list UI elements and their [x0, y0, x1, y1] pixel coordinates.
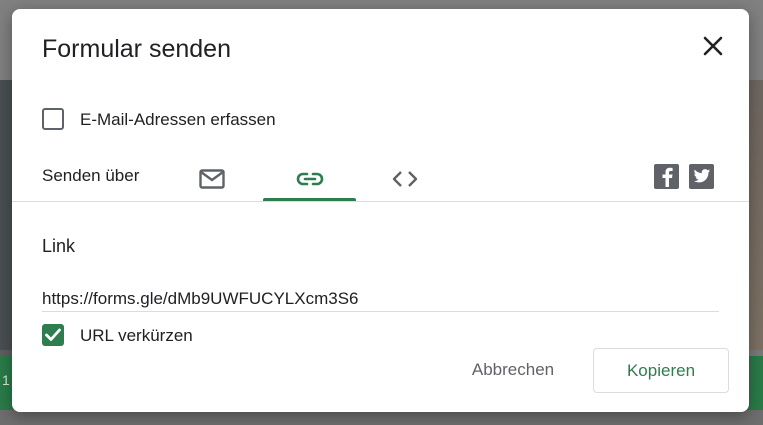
shorten-url-label: URL verkürzen: [80, 326, 193, 345]
send-form-dialog: Formular senden E-Mail-Adressen erfassen…: [12, 9, 749, 412]
section-divider: [12, 201, 749, 202]
code-icon: [392, 171, 418, 187]
twitter-icon: [693, 169, 710, 183]
close-icon: [703, 36, 723, 56]
background-image-left: [0, 80, 12, 350]
send-via-label: Senden über: [42, 166, 140, 185]
tab-link[interactable]: [263, 156, 357, 202]
dialog-title: Formular senden: [42, 35, 231, 63]
collect-emails-label: E-Mail-Adressen erfassen: [80, 110, 276, 129]
collect-emails-checkbox[interactable]: [42, 108, 64, 130]
mail-icon: [199, 169, 225, 189]
close-button[interactable]: [698, 31, 728, 61]
facebook-icon: [662, 167, 673, 187]
tab-email[interactable]: [165, 156, 259, 202]
background-green-text: 1: [2, 372, 10, 388]
copy-button[interactable]: Kopieren: [593, 348, 729, 393]
background-bottom: [0, 410, 763, 425]
cancel-button[interactable]: Abbrechen: [458, 355, 568, 385]
twitter-share-button[interactable]: [689, 164, 714, 189]
background-image-right: [747, 80, 763, 350]
facebook-share-button[interactable]: [654, 164, 679, 189]
shorten-url-checkbox[interactable]: [42, 324, 64, 346]
form-url-field[interactable]: [42, 286, 719, 312]
tab-embed-html[interactable]: [358, 156, 452, 202]
link-heading: Link: [42, 236, 76, 256]
checkmark-icon: [45, 328, 61, 341]
link-icon: [296, 172, 324, 186]
